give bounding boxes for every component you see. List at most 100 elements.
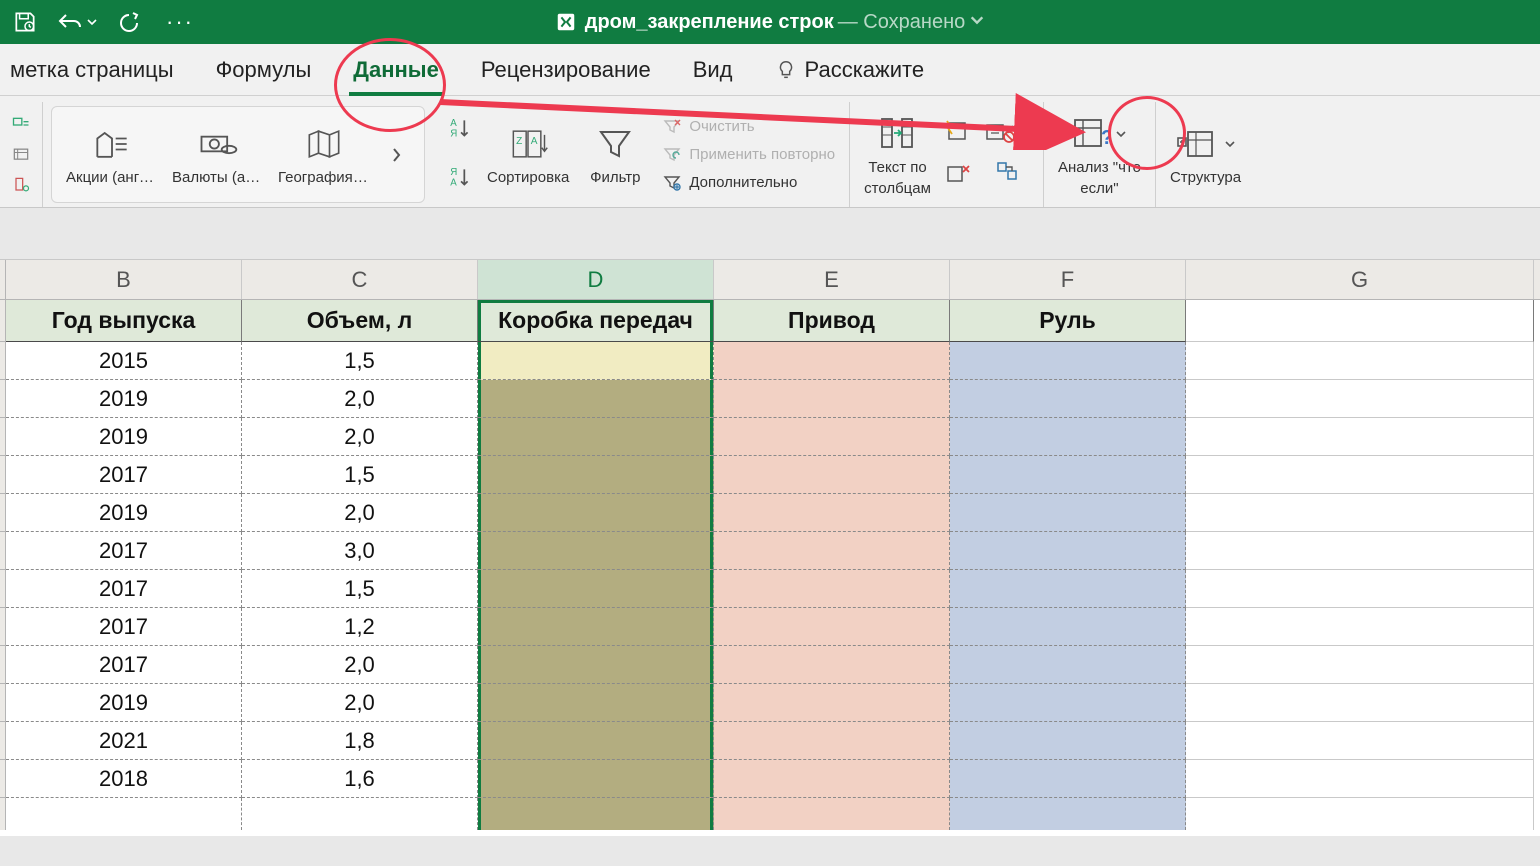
cell-g[interactable] [1186,418,1534,456]
sort-button[interactable]: ZA Сортировка [487,123,569,186]
cell-year[interactable]: 2019 [6,418,242,456]
cell-g[interactable] [1186,456,1534,494]
cell-year[interactable]: 2021 [6,722,242,760]
cell-drive[interactable] [714,760,950,798]
tab-formulas[interactable]: Формулы [212,53,316,87]
cell-steering[interactable] [950,456,1186,494]
cell-volume[interactable]: 1,8 [242,722,478,760]
cell-steering[interactable] [950,722,1186,760]
col-header-C[interactable]: C [242,260,478,299]
cell-volume[interactable]: 2,0 [242,684,478,722]
reapply-filter-button[interactable]: Применить повторно [661,144,835,166]
title-dropdown-icon[interactable] [969,12,985,33]
cell-steering[interactable] [950,570,1186,608]
cell-year[interactable]: 2017 [6,456,242,494]
properties-icon[interactable] [10,144,32,166]
cell-g-header[interactable] [1186,300,1534,342]
filter-button[interactable]: Фильтр [583,123,647,186]
redo-button[interactable] [116,11,142,33]
col-header-F[interactable]: F [950,260,1186,299]
cell-g[interactable] [1186,532,1534,570]
cell-gearbox[interactable] [478,532,714,570]
tab-page-layout[interactable]: метка страницы [6,53,178,87]
cell-year[interactable]: 2017 [6,532,242,570]
cell-steering[interactable] [950,494,1186,532]
col-header-D[interactable]: D [478,260,714,299]
cell-g[interactable] [1186,646,1534,684]
cell-drive[interactable] [714,494,950,532]
cell-steering[interactable] [950,380,1186,418]
cell-volume[interactable]: 1,5 [242,456,478,494]
cell-steering[interactable] [950,342,1186,380]
sort-asc-button[interactable]: АЯ [447,115,473,146]
cell-gearbox[interactable] [478,380,714,418]
cell-gearbox[interactable] [478,342,714,380]
autosave-icon[interactable] [12,9,38,35]
cell-gearbox[interactable] [478,570,714,608]
cell-steering[interactable] [950,646,1186,684]
cell-gearbox[interactable] [478,646,714,684]
cell-volume[interactable]: 2,0 [242,418,478,456]
tell-me[interactable]: Расскажите [771,53,929,87]
cell-year[interactable]: 2017 [6,608,242,646]
cell-g[interactable] [1186,342,1534,380]
queries-icon[interactable] [10,114,32,136]
cell-gearbox[interactable] [478,760,714,798]
cell-drive[interactable] [714,418,950,456]
cell-gearbox[interactable] [478,722,714,760]
cell-g[interactable] [1186,760,1534,798]
cell-volume[interactable]: 2,0 [242,646,478,684]
currencies-type-button[interactable]: Валюты (англ… [172,123,264,186]
tab-view[interactable]: Вид [689,53,737,87]
cell-drive[interactable] [714,380,950,418]
cell-year[interactable]: 2019 [6,494,242,532]
cell-steering[interactable] [950,418,1186,456]
cell-gearbox[interactable] [478,684,714,722]
header-gearbox[interactable]: Коробка передач [478,300,714,342]
cell-g[interactable] [1186,380,1534,418]
what-if-button[interactable]: ? Анализ "что если" [1058,113,1141,197]
cell-g[interactable] [1186,494,1534,532]
sort-desc-button[interactable]: ЯА [447,164,473,195]
clear-filter-button[interactable]: Очистить [661,116,835,138]
geography-type-button[interactable]: География (ан… [278,123,370,186]
cell-year[interactable]: 2015 [6,342,242,380]
cell-steering[interactable] [950,760,1186,798]
cell-year[interactable]: 2018 [6,760,242,798]
cell-year[interactable]: 2017 [6,646,242,684]
edit-links-icon[interactable] [10,174,32,196]
cell-volume[interactable]: 1,5 [242,342,478,380]
cell-drive[interactable] [714,646,950,684]
cell-g[interactable] [1186,570,1534,608]
cell-steering[interactable] [950,608,1186,646]
tab-review[interactable]: Рецензирование [477,53,655,87]
cell-year[interactable]: 2017 [6,570,242,608]
text-to-columns-button[interactable]: Текст по столбцам [864,113,931,197]
consolidate-button[interactable] [994,159,1020,188]
data-types-more-icon[interactable] [384,145,410,165]
cell-drive[interactable] [714,342,950,380]
header-drive[interactable]: Привод [714,300,950,342]
header-steering[interactable]: Руль [950,300,1186,342]
cell-drive[interactable] [714,722,950,760]
outline-button[interactable]: Структура [1170,123,1241,186]
cell-g[interactable] [1186,722,1534,760]
col-header-B[interactable]: B [6,260,242,299]
cell-year[interactable]: 2019 [6,380,242,418]
remove-duplicates-button[interactable] [945,162,971,191]
cell-drive[interactable] [714,456,950,494]
flash-fill-button[interactable] [945,119,971,148]
cell-year[interactable]: 2019 [6,684,242,722]
header-volume[interactable]: Объем, л [242,300,478,342]
col-header-G[interactable]: G [1186,260,1534,299]
stocks-type-button[interactable]: Акции (англий… [66,123,158,186]
advanced-filter-button[interactable]: Дополнительно [661,172,835,194]
cell-drive[interactable] [714,684,950,722]
cell-volume[interactable]: 2,0 [242,380,478,418]
header-year[interactable]: Год выпуска [6,300,242,342]
cell-steering[interactable] [950,532,1186,570]
cell-gearbox[interactable] [478,494,714,532]
cell-g[interactable] [1186,684,1534,722]
cell-volume[interactable]: 1,2 [242,608,478,646]
cell-steering[interactable] [950,684,1186,722]
